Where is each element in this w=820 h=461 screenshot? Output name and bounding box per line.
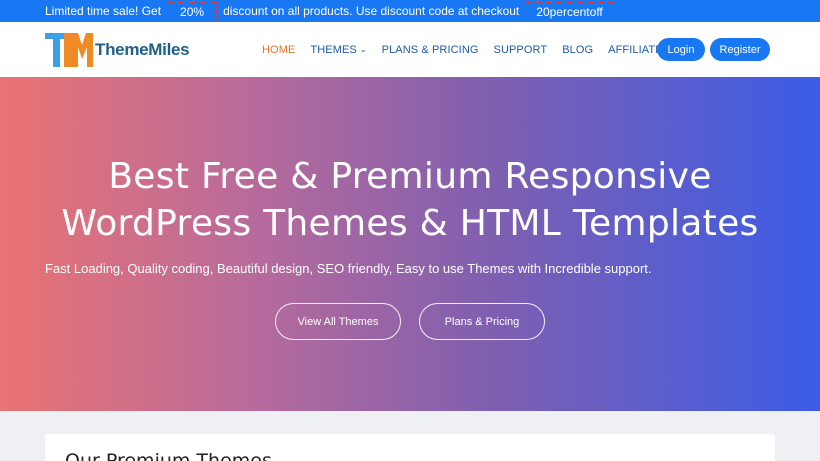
nav-home[interactable]: HOME	[262, 44, 295, 56]
promo-text-before: Limited time sale! Get	[45, 4, 162, 18]
promo-percent-badge: 20%	[167, 0, 218, 22]
nav-plans-label: PLANS & PRICING	[381, 43, 479, 56]
site-logo[interactable]: ThemeMiles	[45, 33, 190, 67]
site-header: ThemeMiles HOME THEMES ⌄ PLANS & PRICING …	[0, 22, 820, 77]
nav-blog-label: BLOG	[562, 43, 594, 56]
hero-title: Best Free & Premium Responsive WordPress…	[0, 153, 820, 247]
nav-themes-label: THEMES	[310, 43, 357, 56]
nav-plans-pricing[interactable]: PLANS & PRICING	[382, 44, 479, 56]
hero-title-line2: WordPress Themes & HTML Templates	[61, 203, 759, 244]
hero-title-line1: Best Free & Premium Responsive	[108, 156, 712, 197]
nav-home-label: HOME	[262, 43, 296, 56]
nav-themes[interactable]: THEMES ⌄	[310, 44, 366, 56]
section-title: Our Premium Themes	[65, 450, 272, 461]
hero-subtitle: Fast Loading, Quality coding, Beautiful …	[45, 261, 652, 276]
logo-text: ThemeMiles	[95, 40, 190, 59]
hero-banner: Best Free & Premium Responsive WordPress…	[0, 77, 820, 411]
register-button[interactable]: Register	[710, 38, 770, 61]
premium-themes-section: Our Premium Themes	[45, 434, 775, 461]
promo-bar: Limited time sale! Get 20% discount on a…	[0, 0, 820, 22]
nav-blog[interactable]: BLOG	[562, 44, 593, 56]
main-nav: HOME THEMES ⌄ PLANS & PRICING SUPPORT BLO…	[262, 22, 685, 77]
login-button[interactable]: Login	[657, 38, 705, 61]
logo-mark-icon	[45, 33, 93, 67]
view-all-themes-button[interactable]: View All Themes	[275, 303, 401, 340]
promo-code-badge[interactable]: 20percentoff	[525, 0, 614, 22]
nav-support-label: SUPPORT	[493, 43, 548, 56]
nav-support[interactable]: SUPPORT	[494, 44, 548, 56]
plans-pricing-button[interactable]: Plans & Pricing	[419, 303, 545, 340]
chevron-down-icon: ⌄	[359, 45, 367, 54]
promo-text-middle: discount on all products. Use discount c…	[223, 4, 520, 18]
